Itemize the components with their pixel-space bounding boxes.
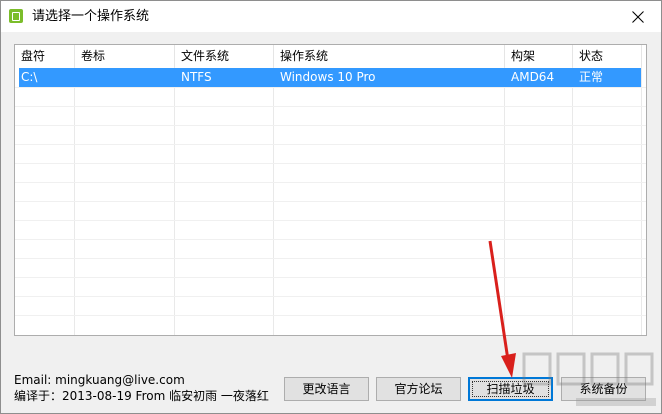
- change-language-button[interactable]: 更改语言: [284, 377, 369, 401]
- column-header-os[interactable]: 操作系统: [274, 45, 505, 67]
- system-backup-button[interactable]: 系统备份: [561, 377, 646, 401]
- column-divider: [174, 45, 175, 335]
- cell-filesystem: NTFS: [181, 70, 212, 84]
- column-header-status[interactable]: 状态: [573, 45, 642, 67]
- title-bar: 请选择一个操作系统: [1, 1, 661, 32]
- column-header-arch[interactable]: 构架: [505, 45, 573, 67]
- cell-status: 正常: [579, 70, 604, 84]
- os-select-dialog: 请选择一个操作系统 盘符 卷标 文件系统 操作系统 构架 状态 C:\ NTFS…: [0, 0, 662, 414]
- compiled-info-text: 编译于：2013-08-19 From 临安初雨 一夜落红: [14, 389, 269, 403]
- column-header-label[interactable]: 卷标: [75, 45, 175, 67]
- cell-arch: AMD64: [511, 70, 555, 84]
- column-divider: [641, 45, 642, 335]
- close-button[interactable]: [615, 1, 661, 32]
- column-header-drive[interactable]: 盘符: [15, 45, 75, 67]
- email-text: Email: mingkuang@live.com: [14, 373, 185, 387]
- cell-drive: C:\: [21, 70, 38, 84]
- column-divider: [504, 45, 505, 335]
- close-icon: [632, 11, 644, 23]
- focus-rect: [472, 381, 549, 397]
- column-divider: [273, 45, 274, 335]
- app-icon: [9, 9, 23, 23]
- column-divider: [74, 45, 75, 335]
- column-header-filesystem[interactable]: 文件系统: [175, 45, 274, 67]
- window-title: 请选择一个操作系统: [32, 9, 150, 24]
- scan-junk-button[interactable]: 扫描垃圾: [468, 377, 553, 401]
- cell-os: Windows 10 Pro: [280, 70, 376, 84]
- forum-button[interactable]: 官方论坛: [376, 377, 461, 401]
- cell-label: [75, 68, 175, 87]
- column-divider: [572, 45, 573, 335]
- os-list[interactable]: 盘符 卷标 文件系统 操作系统 构架 状态 C:\ NTFS Windows 1…: [14, 44, 647, 336]
